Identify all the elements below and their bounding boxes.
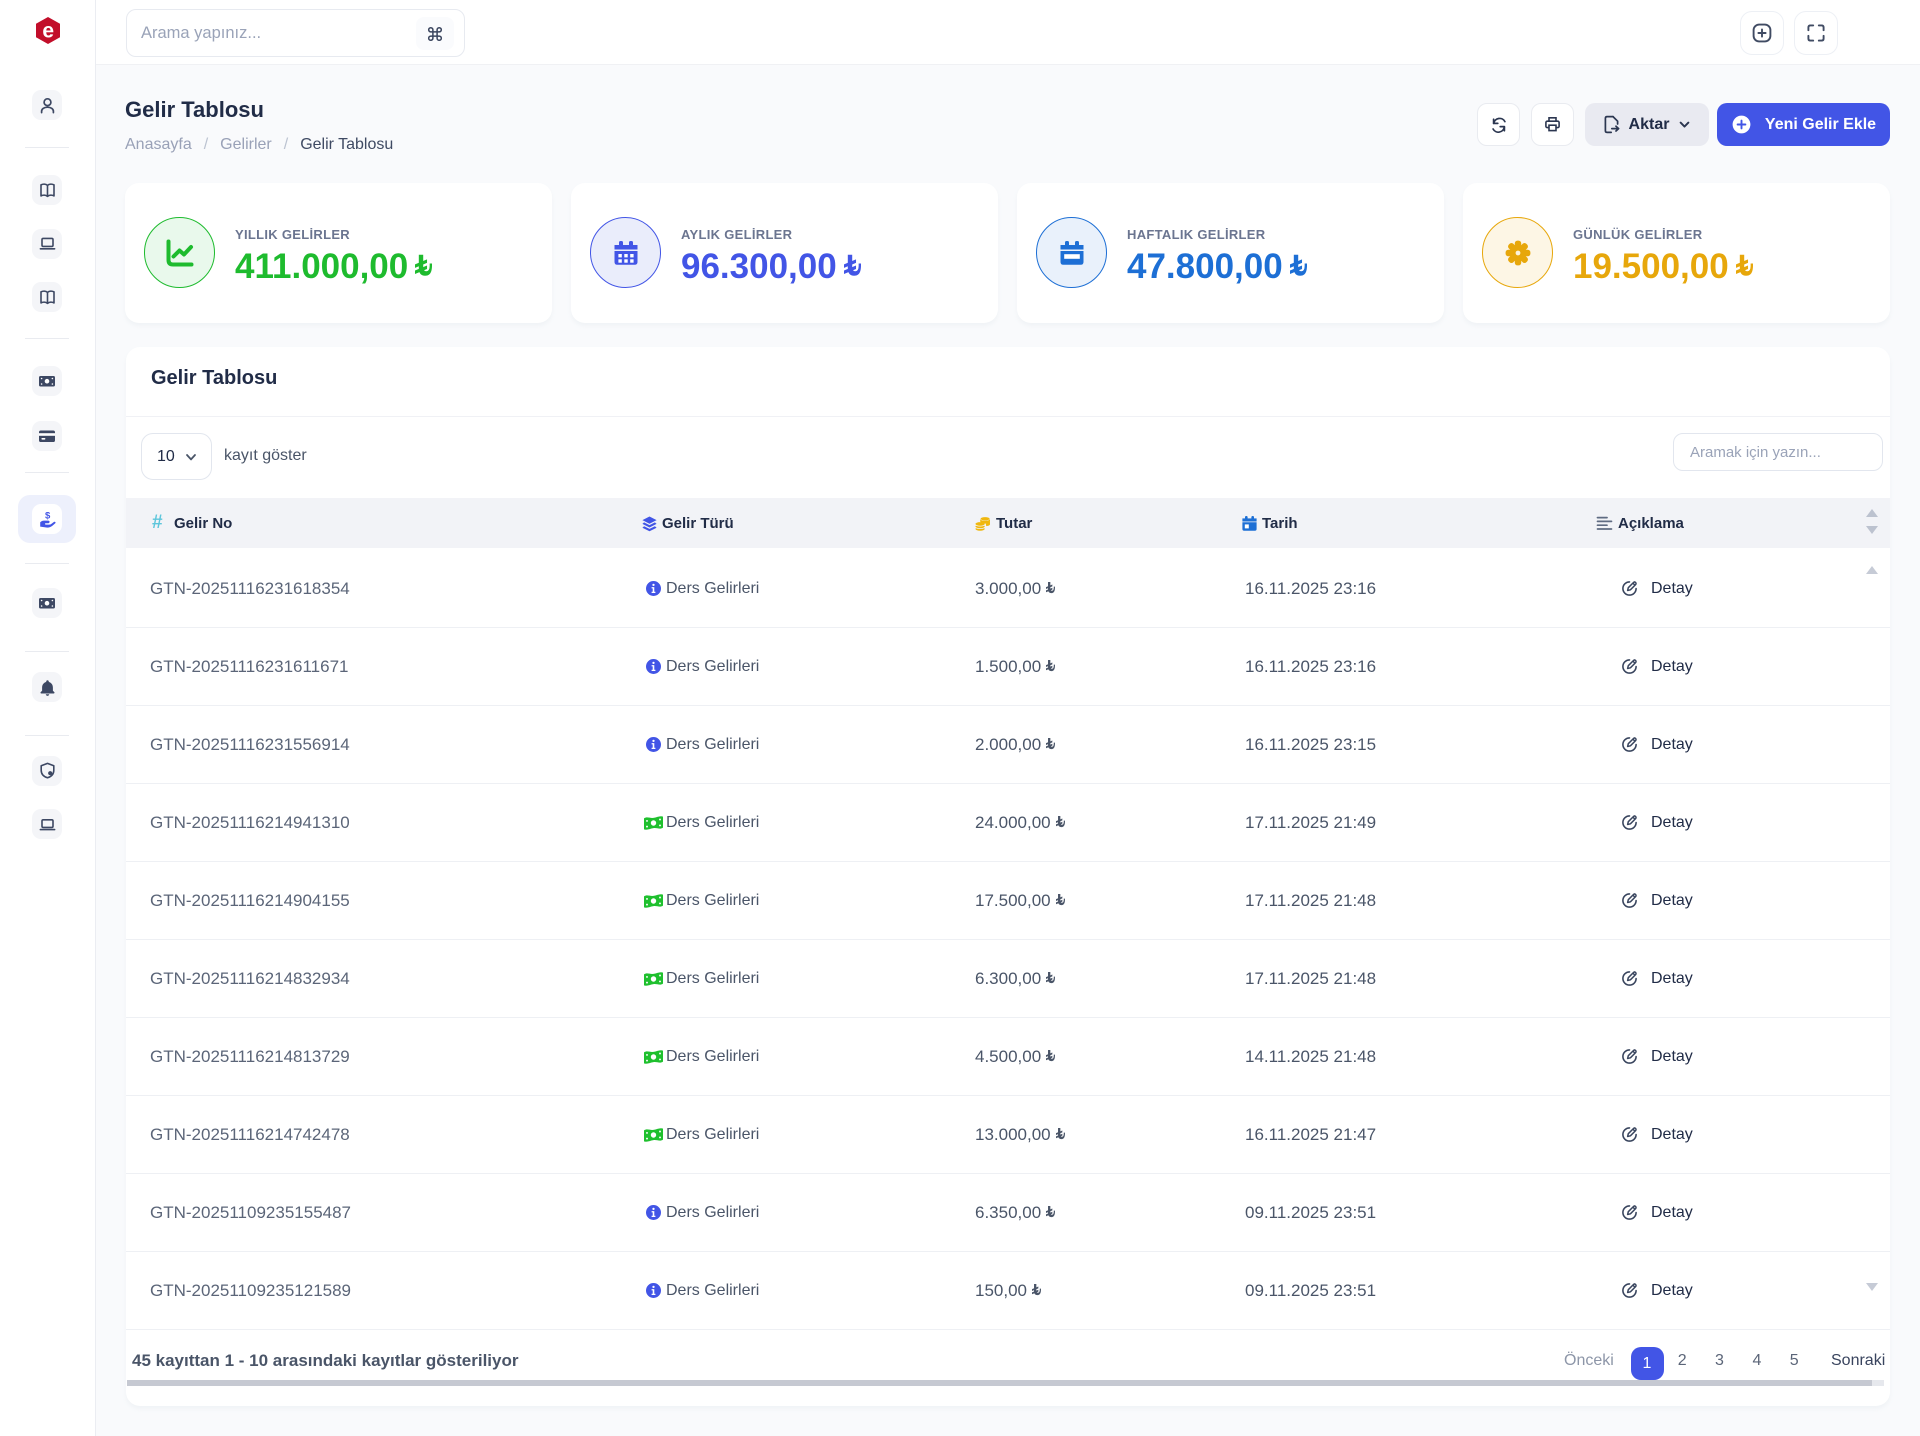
svg-text:e: e bbox=[42, 19, 54, 42]
svg-text:$: $ bbox=[45, 511, 51, 522]
